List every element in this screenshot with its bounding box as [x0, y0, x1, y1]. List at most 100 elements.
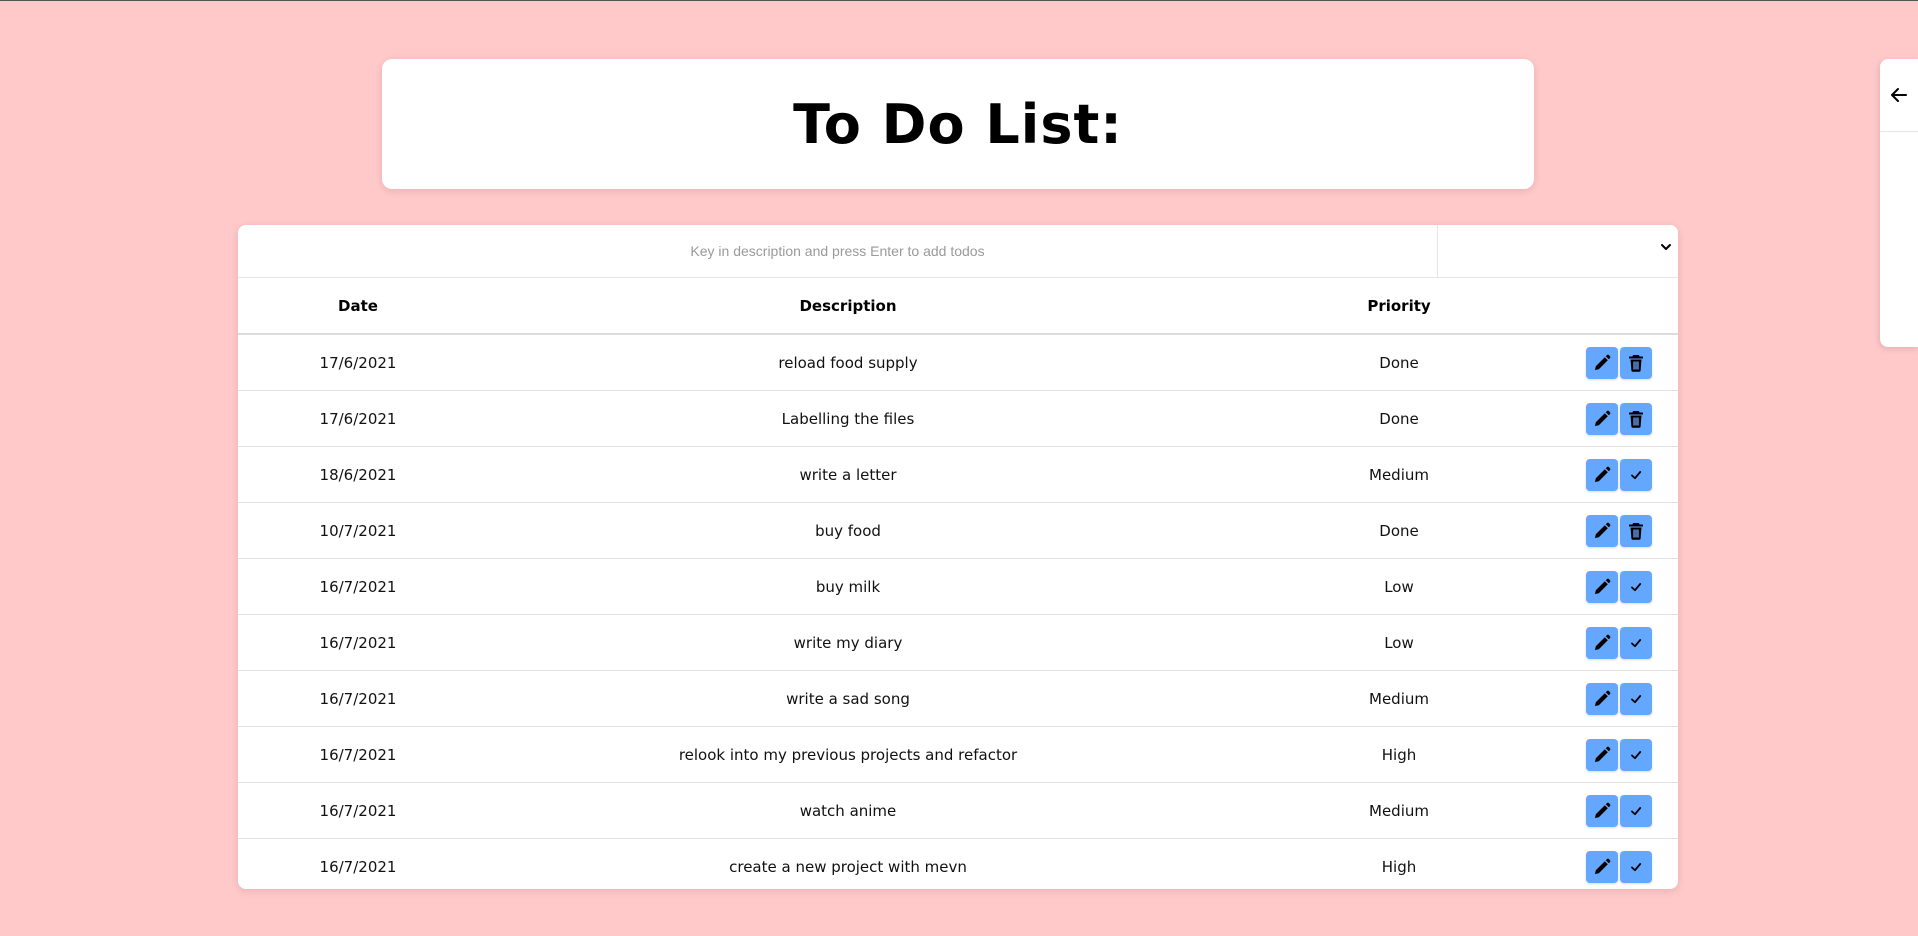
row-priority: Medium: [1369, 689, 1429, 708]
row-priority: Done: [1379, 353, 1419, 372]
side-panel: [1880, 59, 1918, 347]
edit-button[interactable]: [1586, 402, 1618, 435]
row-actions: [1580, 402, 1678, 435]
row-priority: High: [1381, 857, 1417, 876]
row-actions: [1580, 682, 1678, 715]
complete-button[interactable]: [1620, 850, 1652, 883]
row-priority: Medium: [1369, 801, 1429, 820]
row-actions: [1580, 626, 1678, 659]
check-icon: [1631, 694, 1642, 703]
delete-button[interactable]: [1620, 346, 1652, 379]
edit-button[interactable]: [1586, 626, 1618, 659]
row-description: buy food: [815, 521, 881, 540]
row-date: 16/7/2021: [319, 857, 397, 876]
check-icon: [1631, 638, 1642, 647]
edit-button[interactable]: [1586, 738, 1618, 771]
edit-button[interactable]: [1586, 794, 1618, 827]
table-row: 16/7/2021 write a sad song Medium: [238, 671, 1678, 727]
table-row: 18/6/2021 write a letter Medium: [238, 447, 1678, 503]
row-priority: Done: [1379, 409, 1419, 428]
delete-button[interactable]: [1620, 514, 1652, 547]
edit-button[interactable]: [1586, 458, 1618, 491]
table-row: 17/6/2021 reload food supply Done: [238, 335, 1678, 391]
row-description: create a new project with mevn: [729, 857, 967, 876]
row-date: 16/7/2021: [319, 689, 397, 708]
table-row: 16/7/2021 create a new project with mevn H…: [238, 839, 1678, 889]
row-date: 16/7/2021: [319, 801, 397, 820]
complete-button[interactable]: [1620, 458, 1652, 491]
row-actions: [1580, 514, 1678, 547]
row-date: 16/7/2021: [319, 633, 397, 652]
complete-button[interactable]: [1620, 794, 1652, 827]
header-date: Date: [338, 296, 378, 315]
edit-button[interactable]: [1586, 850, 1618, 883]
row-priority: Low: [1384, 633, 1414, 652]
row-description: relook into my previous projects and ref…: [678, 745, 1018, 764]
edit-button[interactable]: [1586, 346, 1618, 379]
row-description: Labelling the files: [781, 409, 915, 428]
row-actions: [1580, 346, 1678, 379]
table-row: 16/7/2021 watch anime Medium: [238, 783, 1678, 839]
table-row: 16/7/2021 buy milk Low: [238, 559, 1678, 615]
pencil-icon: [1595, 466, 1611, 482]
row-description: watch anime: [799, 801, 897, 820]
row-date: 17/6/2021: [319, 353, 397, 372]
row-description: write a letter: [799, 465, 897, 484]
pencil-icon: [1595, 802, 1611, 818]
check-icon: [1631, 862, 1642, 871]
header-priority: Priority: [1367, 296, 1431, 315]
pencil-icon: [1595, 354, 1611, 370]
table-row: 10/7/2021 buy food Done: [238, 503, 1678, 559]
row-priority: Low: [1384, 577, 1414, 596]
edit-button[interactable]: [1586, 682, 1618, 715]
pencil-icon: [1595, 746, 1611, 762]
table-row: 16/7/2021 write my diary Low: [238, 615, 1678, 671]
complete-button[interactable]: [1620, 738, 1652, 771]
trash-icon: [1629, 410, 1643, 428]
trash-icon: [1629, 354, 1643, 372]
row-actions: [1580, 570, 1678, 603]
title-card: To Do List:: [382, 59, 1534, 189]
edit-button[interactable]: [1586, 570, 1618, 603]
edit-button[interactable]: [1586, 514, 1618, 547]
todo-table: Date Description Priority 17/6/2021 reloa…: [238, 225, 1678, 889]
complete-button[interactable]: [1620, 626, 1652, 659]
row-description: buy milk: [815, 577, 881, 596]
row-actions: [1580, 458, 1678, 491]
row-date: 16/7/2021: [319, 577, 397, 596]
row-date: 16/7/2021: [319, 745, 397, 764]
pencil-icon: [1595, 690, 1611, 706]
check-icon: [1631, 806, 1642, 815]
row-description: write my diary: [793, 633, 903, 652]
row-actions: [1580, 738, 1678, 771]
page-title: To Do List:: [793, 92, 1123, 156]
row-actions: [1580, 794, 1678, 827]
table-header: Date Description Priority: [238, 278, 1678, 335]
check-icon: [1631, 750, 1642, 759]
trash-icon: [1629, 522, 1643, 540]
priority-select[interactable]: [1438, 225, 1678, 277]
add-todo-row: [238, 225, 1678, 278]
pencil-icon: [1595, 578, 1611, 594]
table-row: 17/6/2021 Labelling the files Done: [238, 391, 1678, 447]
row-description: reload food supply: [778, 353, 918, 372]
table-body: 17/6/2021 reload food supply Done 17/6/2021…: [238, 335, 1678, 889]
pencil-icon: [1595, 858, 1611, 874]
pencil-icon: [1595, 410, 1611, 426]
row-date: 17/6/2021: [319, 409, 397, 428]
row-actions: [1580, 850, 1678, 883]
check-icon: [1631, 470, 1642, 479]
row-date: 18/6/2021: [319, 465, 397, 484]
pencil-icon: [1595, 634, 1611, 650]
complete-button[interactable]: [1620, 570, 1652, 603]
pencil-icon: [1595, 522, 1611, 538]
row-priority: High: [1381, 745, 1417, 764]
row-priority: Done: [1379, 521, 1419, 540]
complete-button[interactable]: [1620, 682, 1652, 715]
back-button[interactable]: [1880, 59, 1918, 132]
table-row: 16/7/2021 relook into my previous project…: [238, 727, 1678, 783]
todo-description-input[interactable]: [238, 225, 1438, 277]
delete-button[interactable]: [1620, 402, 1652, 435]
arrow-left-icon: [1891, 88, 1907, 102]
header-description: Description: [799, 296, 897, 315]
